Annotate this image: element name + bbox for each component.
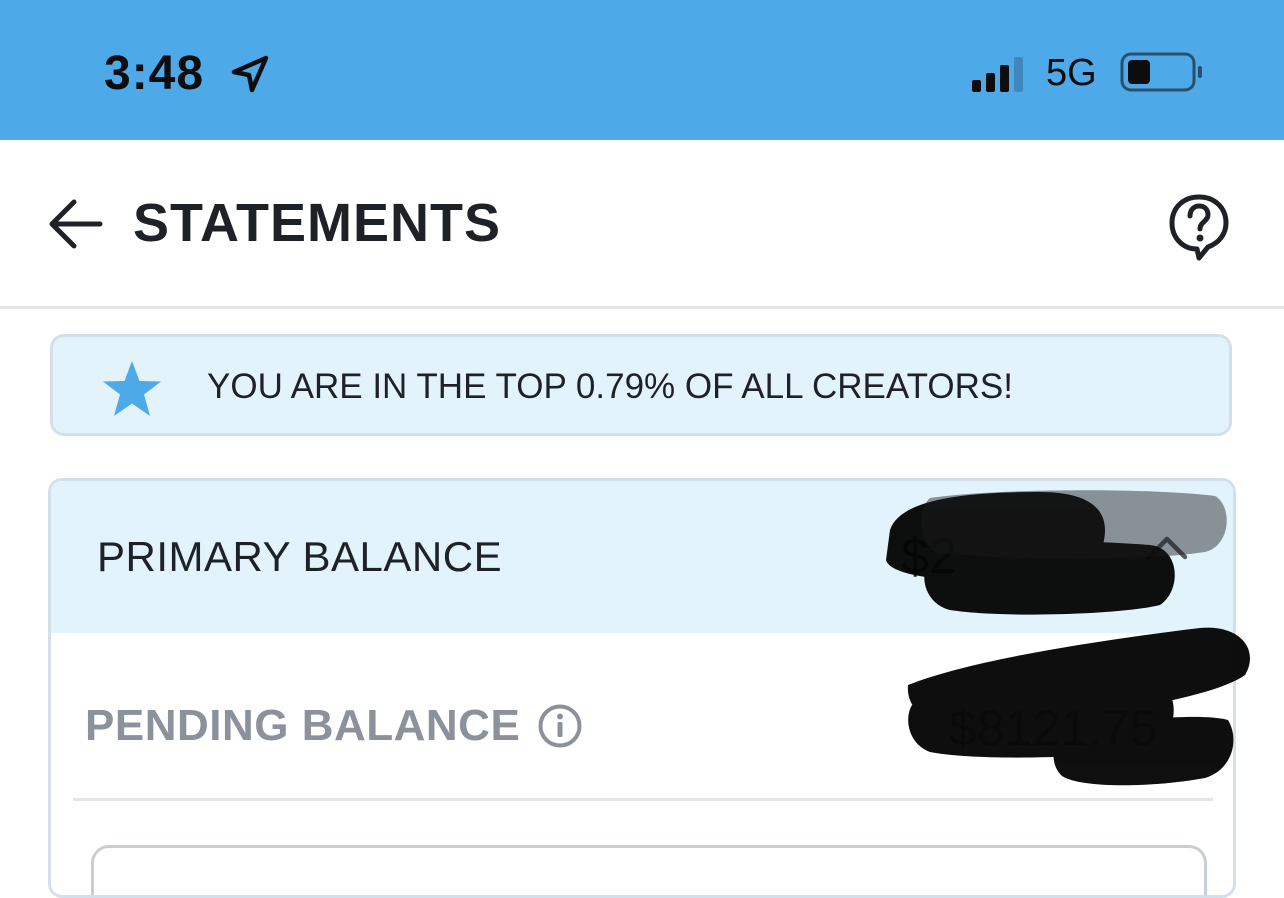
pending-balance-row: PENDING BALANCE $8121.75 [51, 633, 1233, 801]
back-arrow-icon[interactable] [46, 196, 106, 252]
status-time: 3:48 [104, 47, 205, 100]
battery-icon [1120, 52, 1202, 92]
signal-icon [972, 57, 1023, 92]
chevron-up-icon[interactable] [1145, 531, 1189, 561]
next-card-edge [91, 845, 1207, 895]
row-divider [73, 798, 1213, 801]
location-arrow-icon [231, 55, 269, 93]
primary-balance-amount: $2 [901, 528, 957, 584]
primary-balance-row[interactable]: PRIMARY BALANCE $2 [51, 481, 1233, 633]
page-title: STATEMENTS [133, 193, 501, 253]
help-question-icon[interactable] [1166, 192, 1232, 262]
pending-balance-amount: $8121.75 [949, 700, 1158, 756]
pending-balance-label: PENDING BALANCE [85, 701, 521, 750]
creator-rank-banner: YOU ARE IN THE TOP 0.79% OF ALL CREATORS… [50, 334, 1232, 436]
app-header: STATEMENTS [0, 140, 1284, 309]
creator-rank-text: YOU ARE IN THE TOP 0.79% OF ALL CREATORS… [207, 367, 1013, 406]
network-label: 5G [1046, 52, 1097, 94]
star-icon [103, 361, 161, 416]
info-icon[interactable] [537, 703, 583, 749]
primary-balance-label: PRIMARY BALANCE [97, 533, 503, 580]
status-bar: 3:48 5G [0, 0, 1284, 140]
balance-card: PRIMARY BALANCE $2 PENDING BALANCE $8121… [48, 478, 1236, 898]
